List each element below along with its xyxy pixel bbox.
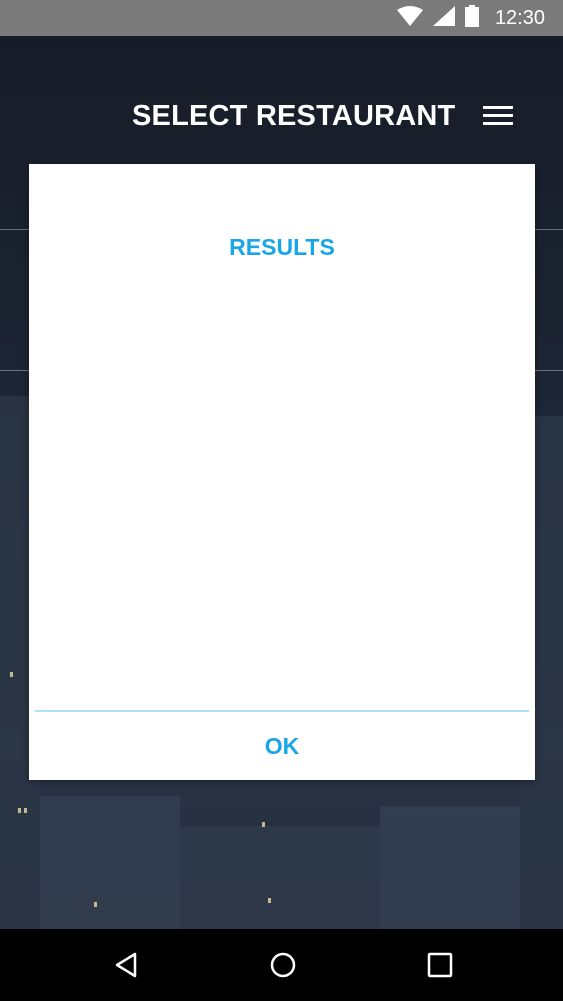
results-dialog: RESULTS OK <box>29 164 535 780</box>
wifi-icon <box>396 6 423 30</box>
back-icon[interactable] <box>104 943 148 987</box>
battery-icon <box>464 5 479 31</box>
lit-window <box>10 672 13 677</box>
recents-icon[interactable] <box>418 943 462 987</box>
lit-window <box>268 898 271 903</box>
background-building <box>180 826 380 929</box>
signal-icon <box>432 6 455 30</box>
lit-window <box>18 808 21 813</box>
lit-window <box>24 808 27 813</box>
status-time: 12:30 <box>494 6 545 29</box>
hamburger-menu-icon[interactable] <box>480 104 516 130</box>
background-building <box>380 806 520 929</box>
status-bar: 12:30 <box>0 0 563 36</box>
navigation-bar <box>0 929 563 1001</box>
ok-button[interactable]: OK <box>29 712 535 780</box>
page-title: SELECT RESTAURANT <box>132 100 456 132</box>
results-list <box>49 279 515 699</box>
lit-window <box>262 822 265 827</box>
home-icon[interactable] <box>261 943 305 987</box>
screen: 12:30 SELECT RESTAURANT RESULTS OK <box>0 0 563 1001</box>
lit-window <box>94 902 97 907</box>
background-building <box>40 796 180 929</box>
dialog-title: RESULTS <box>229 234 335 260</box>
